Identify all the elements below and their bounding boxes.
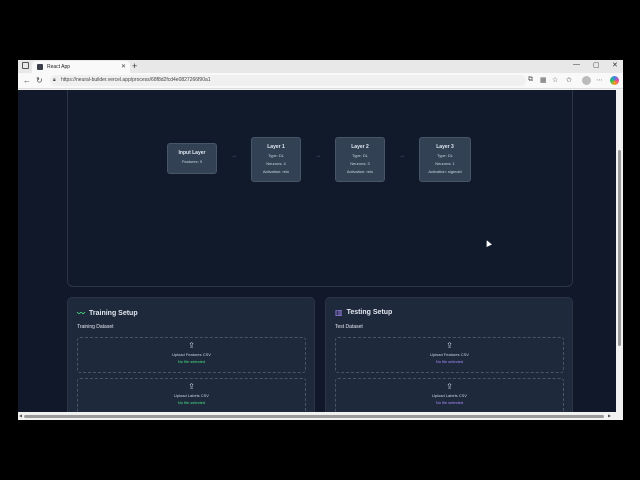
input-layer-card: Input Layer Features: 9 [167,143,217,174]
layer-activation: Activation: relu [262,169,290,174]
lock-icon[interactable]: 🔒︎ [53,75,56,86]
network-visualization-panel: Input Layer Features: 9 → Layer 1 Type: … [67,90,573,287]
upload-icon: ⇪ [188,341,195,350]
horizontal-scrollbar[interactable]: ◀ ▶ [18,412,623,420]
layer-title: Layer 1 [267,144,285,150]
upload-icon: ⇪ [446,382,453,391]
refresh-icon[interactable]: ↻ [36,76,43,85]
read-aloud-icon[interactable]: ⧉ [528,76,533,84]
upload-status: No file selected [177,359,206,364]
url-field[interactable]: 🔒︎ https://neural-builder.vercel.app/pro… [50,75,526,86]
vertical-scrollbar[interactable] [616,90,623,412]
bar-chart-icon: ▥ [335,308,343,317]
upload-icon: ⇪ [188,382,195,391]
scroll-left-icon[interactable]: ◀ [19,413,22,418]
tab-actions-icon[interactable] [22,62,29,69]
layer-type: Type: DL [267,153,284,158]
layer-type: Type: DL [436,153,453,158]
layer-1-card: Layer 1 Type: DL Neurons: 4 Activation: … [251,137,301,182]
scroll-right-icon[interactable]: ▶ [608,413,611,418]
activity-icon: 〰 [77,309,85,318]
favorite-icon[interactable]: ☆ [552,76,558,84]
training-setup-header: 〰 Training Setup [77,308,138,319]
upload-label: Upload Labels CSV [432,393,467,398]
training-dataset-label: Training Dataset [77,324,114,330]
layer-3-card: Layer 3 Type: DL Neurons: 1 Activation: … [419,137,471,182]
browser-tab[interactable]: React App ✕ [32,61,130,73]
training-setup-panel: 〰 Training Setup Training Dataset ⇪ Uplo… [67,297,315,412]
scrollbar-thumb[interactable] [24,415,604,418]
testing-setup-panel: ▥ Testing Setup Test Dataset ⇪ Upload Fe… [325,297,573,412]
training-labels-upload[interactable]: ⇪ Upload Labels CSV No file selected [77,378,306,412]
upload-status: No file selected [177,400,206,405]
maximize-button[interactable]: ▢ [593,61,600,69]
layer-title: Layer 3 [436,144,454,150]
test-dataset-label: Test Dataset [335,324,363,330]
arrow-icon: → [231,153,237,159]
upload-label: Upload Features CSV [172,352,211,357]
layer-info: Features: 9 [181,159,203,164]
upload-status: No file selected [435,400,464,405]
upload-status: No file selected [435,359,464,364]
testing-setup-header: ▥ Testing Setup [335,308,392,317]
copilot-icon[interactable] [610,76,619,85]
layer-activation: Activation: sigmoid [428,169,462,174]
close-window-button[interactable]: ✕ [612,61,618,69]
url-text: https://neural-builder.vercel.app/proces… [61,77,211,83]
page-viewport: Input Layer Features: 9 → Layer 1 Type: … [18,90,616,412]
back-icon[interactable]: ← [23,76,31,85]
layer-title: Input Layer [178,150,206,156]
upload-label: Upload Features CSV [430,352,469,357]
minimize-button[interactable]: — [573,61,580,68]
upload-icon: ⇪ [446,341,453,350]
browser-window: React App ✕ + — ▢ ✕ ← ↻ 🔒︎ https://neura… [18,60,623,420]
layer-2-card: Layer 2 Type: DL Neurons: 3 Activation: … [335,137,385,182]
favorites-bar-icon[interactable]: ✩ [566,76,572,84]
address-toolbar: ← ↻ 🔒︎ https://neural-builder.vercel.app… [18,73,623,89]
title-bar: React App ✕ + — ▢ ✕ [18,60,623,73]
layer-neurons: Neurons: 1 [435,161,455,166]
tab-title: React App [47,64,71,70]
testing-labels-upload[interactable]: ⇪ Upload Labels CSV No file selected [335,378,564,412]
profile-avatar[interactable] [582,76,591,85]
layer-title: Layer 2 [351,144,369,150]
layer-activation: Activation: relu [346,169,374,174]
layer-neurons: Neurons: 4 [266,161,286,166]
training-setup-title: Training Setup [89,310,138,317]
arrow-icon: → [399,153,405,159]
layer-neurons: Neurons: 3 [350,161,370,166]
testing-features-upload[interactable]: ⇪ Upload Features CSV No file selected [335,337,564,373]
training-features-upload[interactable]: ⇪ Upload Features CSV No file selected [77,337,306,373]
more-icon[interactable]: ⋯ [596,76,603,84]
favicon-icon [37,64,43,70]
scrollbar-thumb[interactable] [618,150,621,346]
arrow-icon: → [315,153,321,159]
close-tab-icon[interactable]: ✕ [121,63,126,70]
upload-label: Upload Labels CSV [174,393,209,398]
new-tab-button[interactable]: + [132,61,137,71]
apps-icon[interactable]: ▦ [540,76,547,84]
testing-setup-title: Testing Setup [346,309,393,316]
layer-type: Type: DL [351,153,368,158]
